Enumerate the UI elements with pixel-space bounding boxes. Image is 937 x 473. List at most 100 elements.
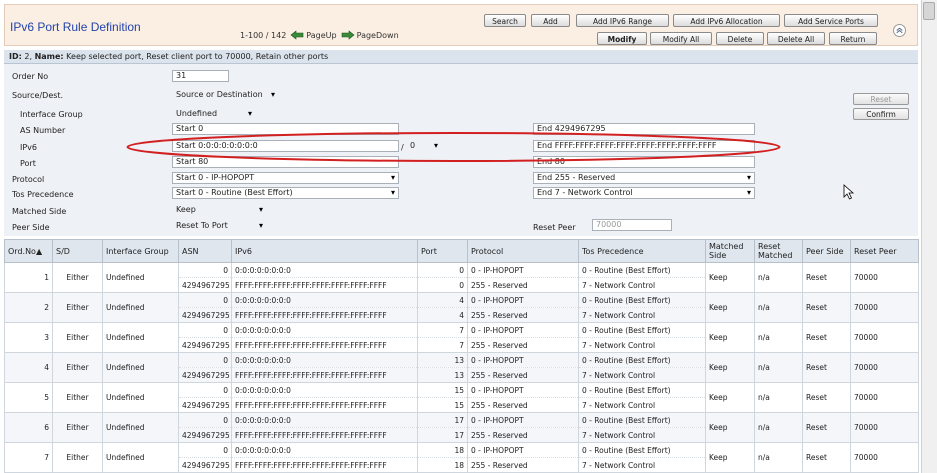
- add-service-ports-button[interactable]: Add Service Ports: [784, 14, 878, 27]
- port-end-input[interactable]: End 80: [533, 156, 755, 168]
- scrollbar-thumb[interactable]: [923, 2, 935, 20]
- vertical-scrollbar[interactable]: [921, 0, 937, 473]
- confirm-button[interactable]: Confirm: [853, 108, 909, 120]
- reset-button[interactable]: Reset: [853, 93, 909, 105]
- source-dest-select[interactable]: Source or Destination: [172, 89, 279, 101]
- cell-reset-peer: 70000: [850, 382, 919, 413]
- cell-reset-peer: 70000: [850, 412, 919, 443]
- cell-tos-start: 0 - Routine (Best Effort): [578, 442, 706, 458]
- cell-port-end: 7: [417, 337, 468, 353]
- protocol-start-select[interactable]: Start 0 - IP-HOPOPT: [172, 172, 399, 184]
- cell-protocol-start: 0 - IP-HOPOPT: [467, 412, 579, 428]
- port-start-input[interactable]: Start 80: [172, 156, 399, 168]
- cell-sd: Either: [52, 322, 103, 353]
- table-row[interactable]: 7 Either Undefined 0 0:0:0:0:0:0:0:0 18 0 - IP…: [4, 442, 919, 473]
- cell-protocol-start: 0 - IP-HOPOPT: [467, 262, 579, 278]
- cell-protocol-start: 0 - IP-HOPOPT: [467, 352, 579, 368]
- cell-ipv6-start: 0:0:0:0:0:0:0:0: [231, 352, 418, 368]
- delete-all-button[interactable]: Delete All: [767, 32, 825, 45]
- tos-end-select[interactable]: End 7 - Network Control: [533, 187, 755, 199]
- cell-protocol-end: 255 - Reserved: [467, 337, 579, 353]
- col-header-reset-matched[interactable]: Reset Matched: [754, 239, 803, 263]
- tos-start-select[interactable]: Start 0 - Routine (Best Effort): [172, 187, 399, 199]
- cell-ord-no: 7: [4, 442, 53, 473]
- col-header-interface-group[interactable]: Interface Group: [102, 239, 179, 263]
- col-header-reset-peer[interactable]: Reset Peer: [850, 239, 919, 263]
- cell-ipv6-start: 0:0:0:0:0:0:0:0: [231, 382, 418, 398]
- cell-ipv6-end: FFFF:FFFF:FFFF:FFFF:FFFF:FFFF:FFFF:FFFF: [231, 277, 418, 293]
- cell-sd: Either: [52, 262, 103, 293]
- ipv6-end-input[interactable]: End FFFF:FFFF:FFFF:FFFF:FFFF:FFFF:FFFF:F…: [533, 140, 755, 152]
- col-header-ord-no[interactable]: Ord.No▲: [4, 239, 53, 263]
- reset-peer-input[interactable]: 70000: [592, 219, 672, 231]
- page-title: IPv6 Port Rule Definition: [10, 20, 141, 34]
- cell-peer-side: Reset: [802, 352, 851, 383]
- search-button[interactable]: Search: [484, 14, 526, 27]
- cell-reset-peer: 70000: [850, 262, 919, 293]
- cell-matched-side: Keep: [705, 352, 755, 383]
- col-header-tos[interactable]: Tos Precedence: [578, 239, 706, 263]
- col-header-protocol[interactable]: Protocol: [467, 239, 579, 263]
- cell-port-start: 13: [417, 352, 468, 368]
- col-header-peer-side[interactable]: Peer Side: [802, 239, 851, 263]
- cell-asn-start: 0: [178, 292, 232, 308]
- page-up-link[interactable]: PageUp: [290, 30, 337, 40]
- collapse-button[interactable]: [893, 24, 906, 37]
- cell-ord-no: 5: [4, 382, 53, 413]
- peer-side-select[interactable]: Reset To Port: [172, 220, 267, 232]
- record-id-bar: ID: 2, Name: Keep selected port, Reset c…: [4, 50, 918, 64]
- interface-group-select[interactable]: Undefined: [172, 108, 256, 120]
- ipv6-start-input[interactable]: Start 0:0:0:0:0:0:0:0: [172, 140, 399, 152]
- cell-tos-end: 7 - Network Control: [578, 427, 706, 443]
- modify-button[interactable]: Modify: [597, 32, 647, 45]
- peer-side-label: Peer Side: [12, 223, 50, 232]
- cell-sd: Either: [52, 442, 103, 473]
- cell-port-end: 0: [417, 277, 468, 293]
- modify-all-button[interactable]: Modify All: [650, 32, 712, 45]
- cell-tos-start: 0 - Routine (Best Effort): [578, 412, 706, 428]
- as-start-input[interactable]: Start 0: [172, 123, 399, 135]
- order-no-input[interactable]: 31: [172, 70, 229, 82]
- table-row[interactable]: 4 Either Undefined 0 0:0:0:0:0:0:0:0 13 0 - IP…: [4, 352, 919, 383]
- cell-protocol-start: 0 - IP-HOPOPT: [467, 382, 579, 398]
- cell-tos-end: 7 - Network Control: [578, 337, 706, 353]
- name-label: Name:: [34, 52, 64, 61]
- cell-reset-matched: n/a: [754, 412, 803, 443]
- cell-tos-end: 7 - Network Control: [578, 367, 706, 383]
- cell-tos-start: 0 - Routine (Best Effort): [578, 292, 706, 308]
- page-up-label: PageUp: [306, 30, 337, 40]
- return-button[interactable]: Return: [829, 32, 877, 45]
- cell-asn-end: 4294967295: [178, 367, 232, 383]
- delete-button[interactable]: Delete: [716, 32, 764, 45]
- ipv6-label: IPv6: [20, 143, 38, 152]
- protocol-end-select[interactable]: End 255 - Reserved: [533, 172, 755, 184]
- col-header-asn[interactable]: ASN: [178, 239, 232, 263]
- cell-peer-side: Reset: [802, 262, 851, 293]
- table-row[interactable]: 2 Either Undefined 0 0:0:0:0:0:0:0:0 4 0 - IP-…: [4, 292, 919, 323]
- ipv6-prefix-select[interactable]: 0: [406, 140, 442, 152]
- add-ipv6-allocation-button[interactable]: Add IPv6 Allocation: [673, 14, 780, 27]
- cell-port-start: 0: [417, 262, 468, 278]
- table-row[interactable]: 3 Either Undefined 0 0:0:0:0:0:0:0:0 7 0 - IP-…: [4, 322, 919, 353]
- add-ipv6-range-button[interactable]: Add IPv6 Range: [576, 14, 669, 27]
- col-header-ipv6[interactable]: IPv6: [231, 239, 418, 263]
- name-value: Keep selected port, Reset client port to…: [66, 52, 329, 61]
- col-header-sd[interactable]: S/D: [52, 239, 103, 263]
- cell-peer-side: Reset: [802, 322, 851, 353]
- col-header-matched-side[interactable]: Matched Side: [705, 239, 755, 263]
- cell-sd: Either: [52, 382, 103, 413]
- as-end-input[interactable]: End 4294967295: [533, 123, 755, 135]
- table-row[interactable]: 1 Either Undefined 0 0:0:0:0:0:0:0:0 0 0 - IP-…: [4, 262, 919, 293]
- cell-reset-peer: 70000: [850, 292, 919, 323]
- table-row[interactable]: 6 Either Undefined 0 0:0:0:0:0:0:0:0 17 0 - IP…: [4, 412, 919, 443]
- add-button[interactable]: Add: [531, 14, 570, 27]
- col-header-port[interactable]: Port: [417, 239, 468, 263]
- cell-reset-matched: n/a: [754, 442, 803, 473]
- mouse-cursor-icon: [843, 184, 855, 200]
- table-row[interactable]: 5 Either Undefined 0 0:0:0:0:0:0:0:0 15 0 - IP…: [4, 382, 919, 413]
- matched-side-select[interactable]: Keep: [172, 204, 267, 216]
- rules-table: Ord.No▲ S/D Interface Group ASN IPv6 Por…: [4, 239, 919, 473]
- page-down-link[interactable]: PageDown: [341, 30, 399, 40]
- cell-ipv6-start: 0:0:0:0:0:0:0:0: [231, 442, 418, 458]
- cell-port-end: 18: [417, 457, 468, 473]
